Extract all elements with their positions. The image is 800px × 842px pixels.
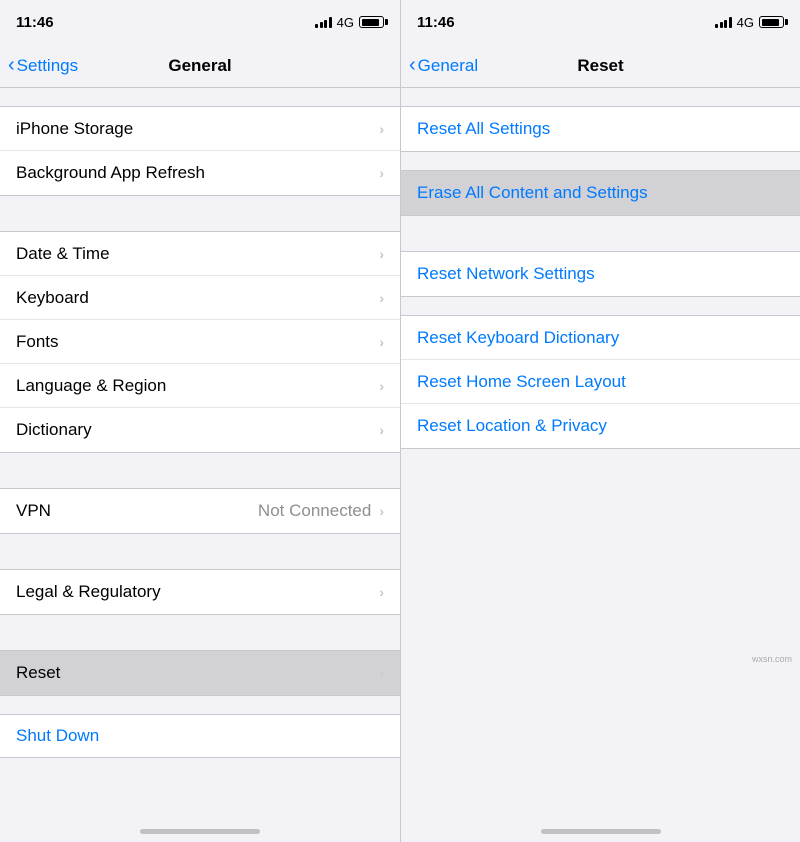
list-item-reset-keyboard-dict[interactable]: Reset Keyboard Dictionary: [401, 316, 800, 360]
label-keyboard: Keyboard: [16, 288, 89, 308]
time-left: 11:46: [16, 14, 54, 31]
gap-5: [0, 696, 400, 714]
status-bar-left: 11:46 4G: [0, 0, 400, 44]
label-fonts: Fonts: [16, 332, 59, 352]
section-reset-misc: Reset Keyboard Dictionary Reset Home Scr…: [401, 315, 800, 449]
scroll-content-left: iPhone Storage › Background App Refresh …: [0, 88, 400, 808]
bottom-space-right: [401, 449, 800, 649]
list-item-reset-home-screen[interactable]: Reset Home Screen Layout: [401, 360, 800, 404]
gap-r1: [401, 152, 800, 170]
gap-r3: [401, 297, 800, 315]
label-reset-all-settings: Reset All Settings: [417, 119, 550, 139]
nav-title-right: Reset: [577, 56, 623, 76]
list-item-iphone-storage[interactable]: iPhone Storage ›: [0, 107, 400, 151]
list-item-reset-location-privacy[interactable]: Reset Location & Privacy: [401, 404, 800, 448]
list-item-background-refresh[interactable]: Background App Refresh ›: [0, 151, 400, 195]
section-storage: iPhone Storage › Background App Refresh …: [0, 106, 400, 196]
signal-icon-right: [715, 17, 732, 28]
status-bar-right: 11:46 4G: [401, 0, 800, 44]
watermark: wxsn.com: [401, 649, 800, 669]
list-item-reset-network[interactable]: Reset Network Settings: [401, 252, 800, 296]
home-bar-right: [541, 829, 661, 834]
label-legal: Legal & Regulatory: [16, 582, 161, 602]
back-label-left: Settings: [17, 56, 78, 76]
home-indicator-right: [401, 808, 800, 842]
shutdown-item[interactable]: Shut Down: [0, 714, 400, 758]
gap-1: [0, 196, 400, 231]
battery-icon-right: [759, 16, 784, 28]
status-icons-left: 4G: [315, 15, 384, 30]
label-reset-location-privacy: Reset Location & Privacy: [417, 416, 607, 436]
label-reset-keyboard-dict: Reset Keyboard Dictionary: [417, 328, 619, 348]
nav-bar-right: ‹ General Reset: [401, 44, 800, 88]
nav-title-left: General: [168, 56, 231, 76]
list-item-date-time[interactable]: Date & Time ›: [0, 232, 400, 276]
section-reset-all-settings: Reset All Settings: [401, 106, 800, 152]
section-erase-all: Erase All Content and Settings: [401, 170, 800, 216]
section-reset-network: Reset Network Settings: [401, 251, 800, 297]
shutdown-label: Shut Down: [16, 726, 99, 746]
list-item-legal[interactable]: Legal & Regulatory ›: [0, 570, 400, 614]
scroll-content-right: Reset All Settings Erase All Content and…: [401, 88, 800, 808]
label-date-time: Date & Time: [16, 244, 110, 264]
back-button-left[interactable]: ‹ Settings: [8, 56, 78, 76]
home-bar-left: [140, 829, 260, 834]
list-item-reset-all-settings[interactable]: Reset All Settings: [401, 107, 800, 151]
network-label-left: 4G: [337, 15, 354, 30]
back-button-right[interactable]: ‹ General: [409, 56, 478, 76]
back-label-right: General: [418, 56, 478, 76]
label-erase-all: Erase All Content and Settings: [417, 183, 648, 203]
label-iphone-storage: iPhone Storage: [16, 119, 133, 139]
label-reset-home-screen: Reset Home Screen Layout: [417, 372, 626, 392]
bottom-space-left: [0, 758, 400, 808]
network-label-right: 4G: [737, 15, 754, 30]
back-chevron-left: ‹: [8, 55, 15, 75]
time-right: 11:46: [417, 14, 455, 31]
label-background-refresh: Background App Refresh: [16, 163, 205, 183]
home-indicator-left: [0, 808, 400, 842]
gap-3: [0, 534, 400, 569]
list-item-language-region[interactable]: Language & Region ›: [0, 364, 400, 408]
label-reset: Reset: [16, 663, 60, 683]
right-panel: 11:46 4G ‹ General Reset Reset All: [400, 0, 800, 842]
list-item-reset[interactable]: Reset ›: [0, 651, 400, 695]
nav-bar-left: ‹ Settings General: [0, 44, 400, 88]
list-item-fonts[interactable]: Fonts ›: [0, 320, 400, 364]
gap-2: [0, 453, 400, 488]
chevron-refresh: ›: [379, 165, 384, 181]
list-item-keyboard[interactable]: Keyboard ›: [0, 276, 400, 320]
vpn-value: Not Connected: [258, 501, 371, 521]
vpn-right: Not Connected ›: [258, 501, 384, 521]
section-locale: Date & Time › Keyboard › Fonts › Languag…: [0, 231, 400, 453]
back-chevron-right: ‹: [409, 55, 416, 75]
chevron-storage: ›: [379, 121, 384, 137]
section-legal: Legal & Regulatory ›: [0, 569, 400, 615]
label-reset-network: Reset Network Settings: [417, 264, 595, 284]
list-item-erase-all[interactable]: Erase All Content and Settings: [401, 171, 800, 215]
section-reset-left: Reset ›: [0, 650, 400, 696]
left-panel: 11:46 4G ‹ Settings General iPhone: [0, 0, 400, 842]
battery-icon-left: [359, 16, 384, 28]
section-vpn: VPN Not Connected ›: [0, 488, 400, 534]
label-language-region: Language & Region: [16, 376, 166, 396]
gap-4: [0, 615, 400, 650]
list-item-dictionary[interactable]: Dictionary ›: [0, 408, 400, 452]
gap-r2: [401, 216, 800, 251]
signal-icon: [315, 17, 332, 28]
label-dictionary: Dictionary: [16, 420, 92, 440]
list-item-vpn[interactable]: VPN Not Connected ›: [0, 489, 400, 533]
gap-r0: [401, 88, 800, 106]
label-vpn: VPN: [16, 501, 51, 521]
status-icons-right: 4G: [715, 15, 784, 30]
